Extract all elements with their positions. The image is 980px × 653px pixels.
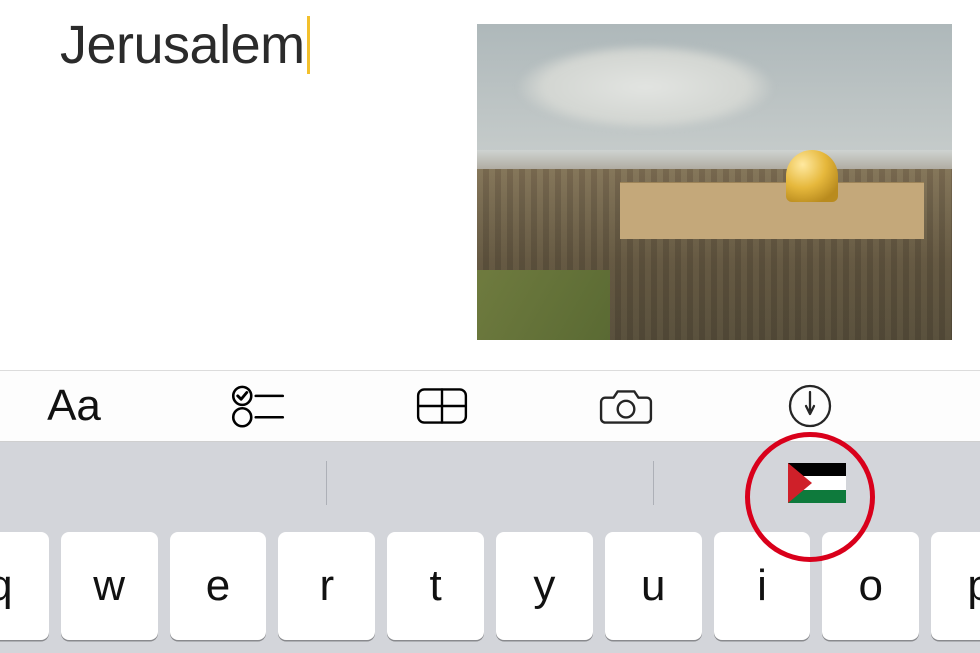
notes-format-toolbar: Aa bbox=[0, 370, 980, 442]
dome-of-the-rock bbox=[786, 150, 838, 202]
text-style-icon: Aa bbox=[47, 381, 101, 431]
keyboard-row-1: q w e r t y u i o p bbox=[0, 524, 980, 653]
camera-icon bbox=[599, 382, 653, 430]
checklist-button[interactable] bbox=[226, 379, 290, 433]
key-e[interactable]: e bbox=[170, 532, 267, 640]
key-i[interactable]: i bbox=[714, 532, 811, 640]
inset-photo-jerusalem bbox=[477, 24, 952, 340]
typed-text: Jerusalem bbox=[60, 14, 310, 76]
format-text-button[interactable]: Aa bbox=[42, 379, 106, 433]
suggestion-slot-3[interactable] bbox=[654, 442, 980, 524]
insert-table-button[interactable] bbox=[410, 379, 474, 433]
camera-button[interactable] bbox=[594, 379, 658, 433]
suggestion-slot-1[interactable] bbox=[0, 442, 326, 524]
text-caret bbox=[307, 16, 310, 74]
key-q[interactable]: q bbox=[0, 532, 49, 640]
markup-pen-icon bbox=[783, 382, 837, 430]
key-t[interactable]: t bbox=[387, 532, 484, 640]
suggestion-slot-2[interactable] bbox=[327, 442, 653, 524]
markup-button[interactable] bbox=[778, 379, 842, 433]
key-w[interactable]: w bbox=[61, 532, 158, 640]
keyboard-suggestion-bar bbox=[0, 442, 980, 524]
key-r[interactable]: r bbox=[278, 532, 375, 640]
flag-palestine-icon bbox=[788, 463, 846, 503]
key-p[interactable]: p bbox=[931, 532, 980, 640]
note-body-text: Jerusalem bbox=[60, 14, 305, 76]
key-o[interactable]: o bbox=[822, 532, 919, 640]
table-icon bbox=[415, 382, 469, 430]
checklist-icon bbox=[231, 382, 285, 430]
note-editor[interactable]: Jerusalem bbox=[0, 0, 980, 370]
key-u[interactable]: u bbox=[605, 532, 702, 640]
key-y[interactable]: y bbox=[496, 532, 593, 640]
